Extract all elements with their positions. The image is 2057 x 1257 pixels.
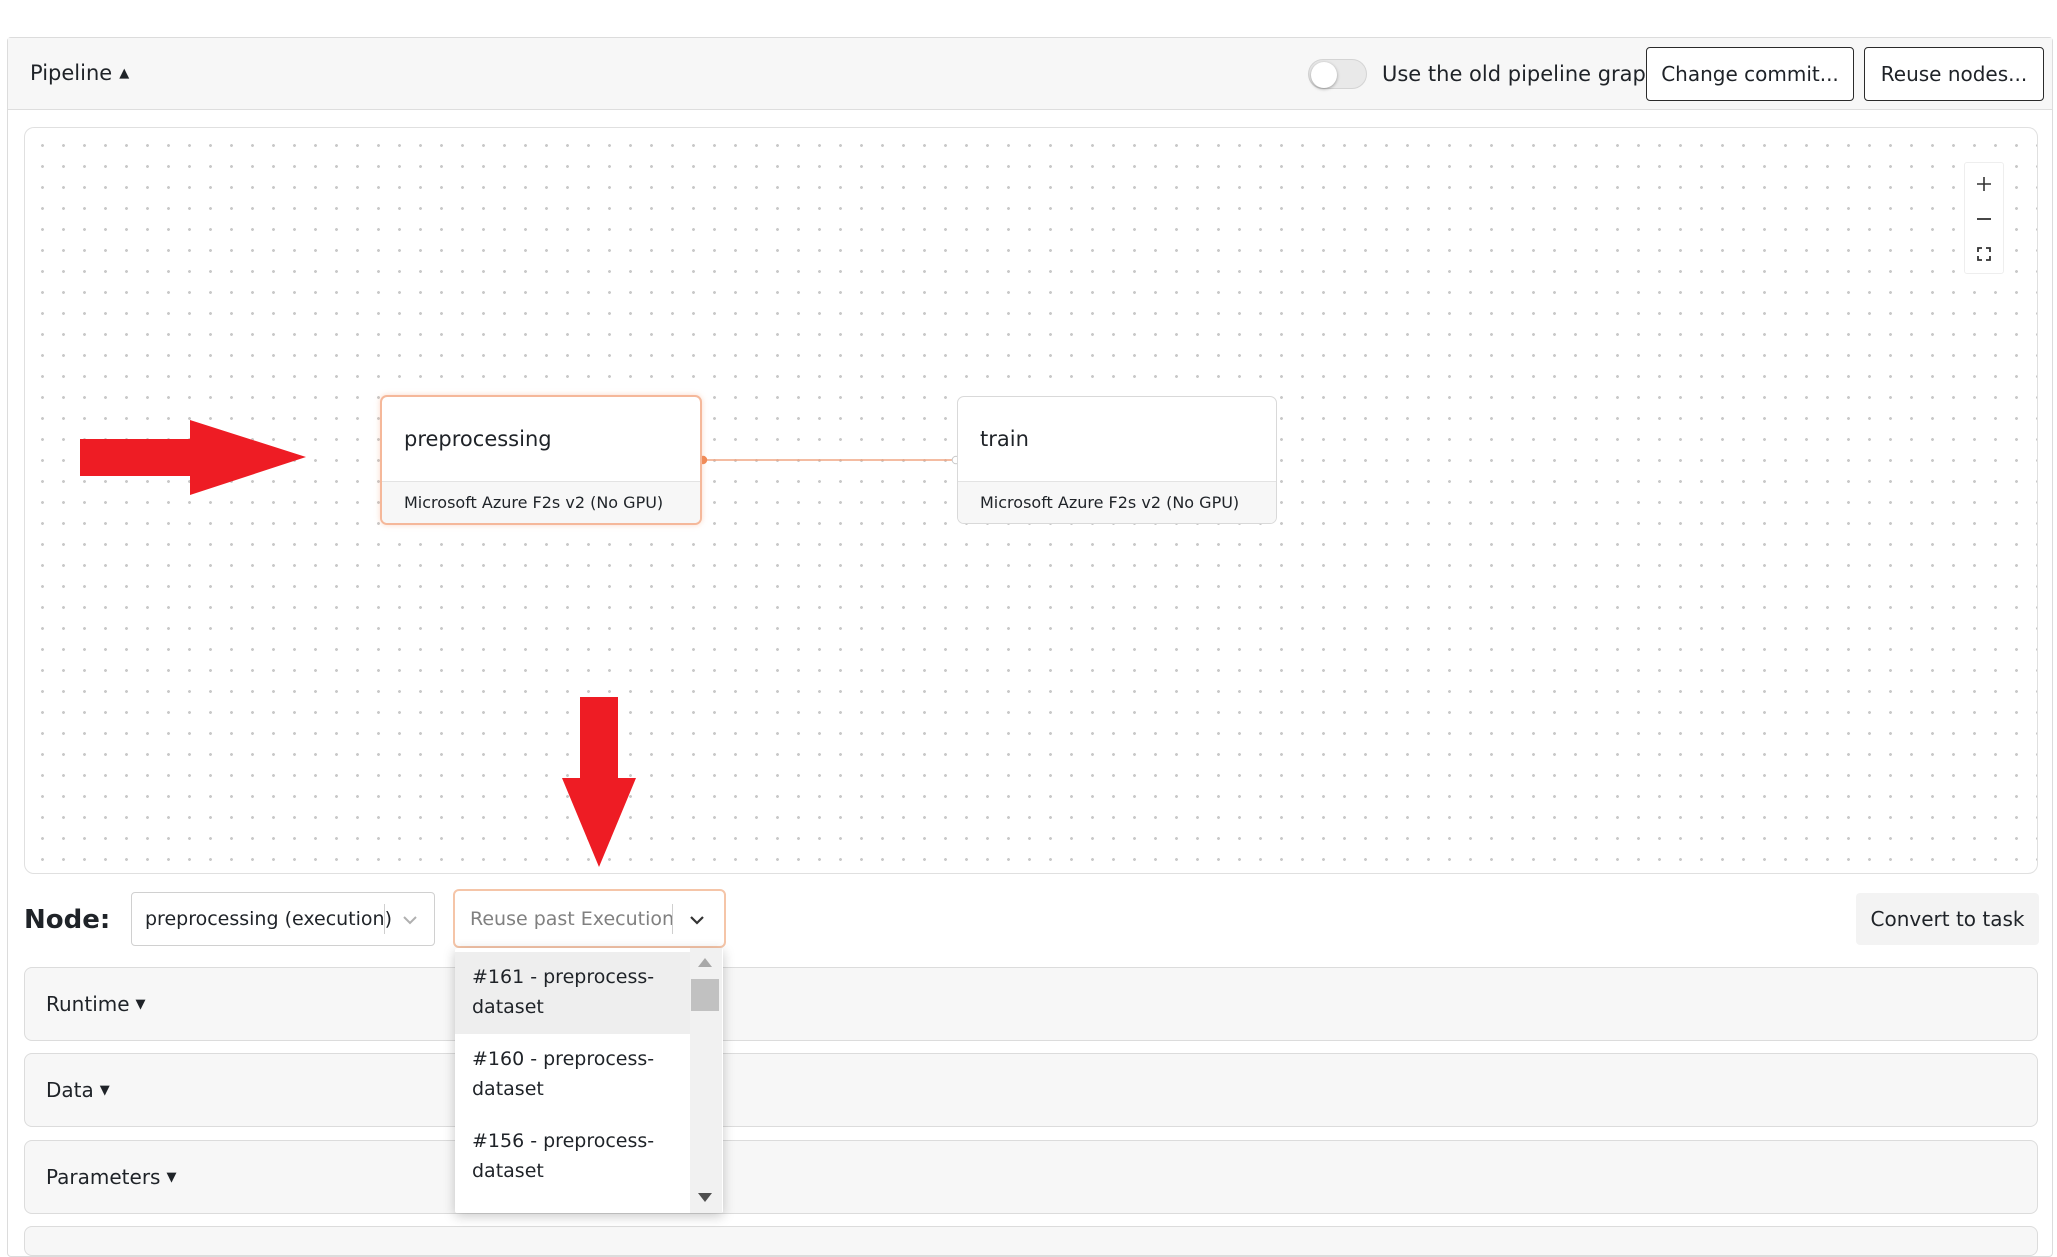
pipeline-collapse-toggle[interactable]: Pipeline ▲	[30, 58, 129, 88]
node-title: preprocessing	[404, 427, 552, 451]
node-select-value: preprocessing (execution)	[145, 908, 392, 930]
toggle-knob	[1311, 62, 1337, 88]
old-graph-toggle-label: Use the old pipeline graph	[1382, 62, 1660, 86]
select-separator	[672, 904, 673, 934]
option-line: #160 - preprocess-	[472, 1048, 655, 1070]
convert-to-task-button[interactable]: Convert to task	[1856, 893, 2039, 945]
chevron-down-icon[interactable]	[682, 905, 712, 935]
parameters-section[interactable]: Parameters ▼	[24, 1140, 2038, 1214]
red-right-arrow-annotation	[80, 420, 306, 495]
select-separator	[384, 904, 385, 934]
red-down-arrow-annotation	[562, 697, 636, 867]
node-machine: Microsoft Azure F2s v2 (No GPU)	[958, 481, 1276, 523]
graph-node-train[interactable]: train Microsoft Azure F2s v2 (No GPU)	[957, 396, 1277, 524]
section-label: Parameters	[46, 1165, 161, 1189]
next-section[interactable]	[24, 1226, 2038, 1256]
dropdown-option[interactable]: #160 - preprocess- dataset	[455, 1034, 690, 1116]
dropdown-option[interactable]: #161 - preprocess- dataset	[455, 952, 690, 1034]
node-title: train	[980, 427, 1029, 451]
caret-down-icon: ▼	[99, 1082, 110, 1098]
minus-icon[interactable]	[1965, 202, 2003, 236]
pipeline-label: Pipeline	[30, 61, 113, 85]
caret-up-icon: ▲	[119, 65, 130, 81]
option-line: #156 - preprocess-	[472, 1130, 655, 1152]
node-label: Node:	[24, 905, 111, 935]
runtime-section[interactable]: Runtime ▼	[24, 967, 2038, 1041]
plus-icon[interactable]	[1965, 167, 2003, 201]
scrollbar-thumb[interactable]	[691, 979, 719, 1011]
option-line: dataset	[472, 1078, 544, 1100]
option-line: dataset	[472, 996, 544, 1018]
graph-node-preprocessing[interactable]: preprocessing Microsoft Azure F2s v2 (No…	[380, 395, 702, 525]
chevron-down-icon[interactable]	[396, 906, 424, 934]
data-section[interactable]: Data ▼	[24, 1053, 2038, 1127]
scroll-up-arrow-icon[interactable]	[694, 954, 716, 972]
node-machine: Microsoft Azure F2s v2 (No GPU)	[382, 481, 700, 523]
section-label: Data	[46, 1078, 94, 1102]
reuse-execution-dropdown-menu: #161 - preprocess- dataset #160 - prepro…	[455, 948, 723, 1213]
caret-down-icon: ▼	[166, 1169, 177, 1185]
zoom-controls	[1964, 162, 2004, 274]
caret-down-icon: ▼	[135, 996, 146, 1012]
reuse-nodes-button[interactable]: Reuse nodes...	[1864, 47, 2044, 101]
scroll-down-arrow-icon[interactable]	[694, 1188, 716, 1206]
pipeline-edge	[700, 455, 960, 465]
option-line: #161 - preprocess-	[472, 966, 655, 988]
section-label: Runtime	[46, 992, 130, 1016]
fit-view-icon[interactable]	[1965, 237, 2003, 271]
change-commit-button[interactable]: Change commit...	[1646, 47, 1854, 101]
option-line: dataset	[472, 1160, 544, 1182]
dropdown-option[interactable]: #156 - preprocess- dataset	[455, 1116, 690, 1198]
reuse-select-placeholder: Reuse past Execution	[470, 908, 675, 930]
